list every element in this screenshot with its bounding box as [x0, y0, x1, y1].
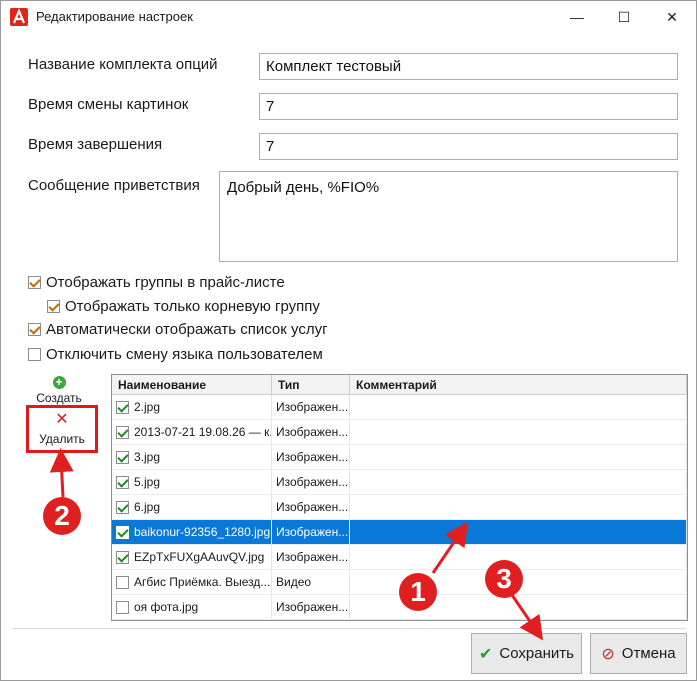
table-row[interactable]: 3.jpg Изображен...	[112, 445, 687, 470]
row-checkbox[interactable]	[116, 425, 129, 439]
maximize-button[interactable]: ☐	[601, 1, 647, 33]
row-checkbox[interactable]	[116, 575, 129, 589]
cancel-label: Отмена	[621, 645, 676, 662]
cell-name[interactable]: 3.jpg	[112, 445, 272, 469]
row-name: EZpTxFUXgAAuvQV.jpg	[134, 550, 265, 564]
row-checkbox[interactable]	[116, 450, 129, 464]
table-row[interactable]: 6.jpg Изображен...	[112, 495, 687, 520]
change-time-label: Время смены картинок	[28, 96, 189, 113]
greeting-label: Сообщение приветствия	[28, 177, 200, 194]
checkbox[interactable]	[28, 348, 41, 361]
option-show-groups[interactable]: Отображать группы в прайс-листе	[28, 274, 285, 291]
cell-comment[interactable]	[350, 545, 687, 569]
table-row[interactable]: 5.jpg Изображен...	[112, 470, 687, 495]
row-checkbox[interactable]	[116, 600, 129, 614]
cell-type[interactable]: Изображен...	[272, 545, 350, 569]
cancel-icon: ⊘	[601, 645, 615, 663]
minimize-button[interactable]: —	[554, 1, 600, 33]
row-name: Агбис Приёмка. Выезд...	[134, 575, 271, 589]
arrow-to-delete	[49, 448, 74, 498]
row-name: 6.jpg	[134, 500, 161, 514]
cell-type[interactable]: Изображен...	[272, 420, 350, 444]
cell-type[interactable]: Изображен...	[272, 470, 350, 494]
checkbox[interactable]	[28, 276, 41, 289]
delete-label: Удалить	[39, 432, 85, 446]
save-label: Сохранить	[499, 645, 574, 662]
option-label: Автоматически отображать список услуг	[46, 321, 328, 338]
greeting-textarea[interactable]: Добрый день, %FIO%	[219, 171, 678, 262]
option-label: Отображать группы в прайс-листе	[46, 274, 285, 291]
cell-type[interactable]: Изображен...	[272, 445, 350, 469]
option-disable-language[interactable]: Отключить смену языка пользователем	[28, 346, 323, 363]
option-root-group-only[interactable]: Отображать только корневую группу	[47, 298, 320, 315]
create-label: Создать	[36, 391, 82, 405]
checkbox[interactable]	[28, 323, 41, 336]
row-name: baikonur-92356_1280.jpg	[134, 525, 271, 539]
delete-button[interactable]: ✕ Удалить	[26, 405, 98, 453]
finish-time-label: Время завершения	[28, 136, 163, 153]
row-checkbox[interactable]	[116, 525, 129, 539]
annotation-badge-3: 3	[485, 560, 523, 598]
set-name-label: Название комплекта опций	[28, 56, 218, 73]
delete-icon: ✕	[55, 411, 69, 428]
row-name: 2013-07-21 19.08.26 — к...	[134, 425, 272, 439]
save-button[interactable]: ✔ Сохранить	[471, 633, 582, 674]
checkbox[interactable]	[47, 300, 60, 313]
cell-name[interactable]: Агбис Приёмка. Выезд...	[112, 570, 272, 594]
title-bar: Редактирование настроек — ☐ ✕	[1, 1, 696, 33]
cell-comment[interactable]	[350, 495, 687, 519]
app-logo-icon	[10, 8, 28, 26]
window-title: Редактирование настроек	[36, 9, 193, 24]
table-row[interactable]: baikonur-92356_1280.jpg Изображен...	[112, 520, 687, 545]
finish-time-input[interactable]: 7	[259, 133, 678, 160]
cell-comment[interactable]	[350, 520, 687, 544]
option-label: Отключить смену языка пользователем	[46, 346, 323, 363]
option-label: Отображать только корневую группу	[65, 298, 320, 315]
cell-name[interactable]: оя фота.jpg	[112, 595, 272, 619]
column-header-name[interactable]: Наименование	[112, 375, 272, 394]
add-icon: +	[52, 376, 66, 389]
set-name-input[interactable]: Комплект тестовый	[259, 53, 678, 80]
annotation-badge-1: 1	[399, 573, 437, 611]
cell-type[interactable]: Изображен...	[272, 495, 350, 519]
cell-comment[interactable]	[350, 470, 687, 494]
row-checkbox[interactable]	[116, 500, 129, 514]
cell-type[interactable]: Изображен...	[272, 520, 350, 544]
column-header-type[interactable]: Тип	[272, 375, 350, 394]
row-checkbox[interactable]	[116, 400, 129, 414]
cell-comment[interactable]	[350, 445, 687, 469]
table-row[interactable]: EZpTxFUXgAAuvQV.jpg Изображен...	[112, 545, 687, 570]
cell-name[interactable]: EZpTxFUXgAAuvQV.jpg	[112, 545, 272, 569]
cell-name[interactable]: 2.jpg	[112, 395, 272, 419]
cell-type[interactable]: Изображен...	[272, 595, 350, 619]
change-time-input[interactable]: 7	[259, 93, 678, 120]
cancel-button[interactable]: ⊘ Отмена	[590, 633, 687, 674]
annotation-badge-2: 2	[43, 497, 81, 535]
cell-name[interactable]: 2013-07-21 19.08.26 — к...	[112, 420, 272, 444]
cell-comment[interactable]	[350, 395, 687, 419]
table-row[interactable]: 2013-07-21 19.08.26 — к... Изображен...	[112, 420, 687, 445]
settings-window: Редактирование настроек — ☐ ✕ Название к…	[0, 0, 697, 681]
row-name: 3.jpg	[134, 450, 161, 464]
create-button[interactable]: + Создать	[23, 376, 95, 406]
grid-header: Наименование Тип Комментарий	[112, 375, 687, 395]
row-checkbox[interactable]	[116, 550, 129, 564]
close-button[interactable]: ✕	[649, 1, 695, 33]
cell-comment[interactable]	[350, 420, 687, 444]
cell-name[interactable]: 6.jpg	[112, 495, 272, 519]
row-name: 5.jpg	[134, 475, 161, 489]
checkmark-icon: ✔	[479, 645, 493, 663]
column-header-comment[interactable]: Комментарий	[350, 375, 687, 394]
cell-name[interactable]: 5.jpg	[112, 470, 272, 494]
footer-divider	[13, 628, 686, 629]
row-name: 2.jpg	[134, 400, 161, 414]
table-row[interactable]: 2.jpg Изображен...	[112, 395, 687, 420]
cell-type[interactable]: Изображен...	[272, 395, 350, 419]
row-checkbox[interactable]	[116, 475, 129, 489]
option-auto-services[interactable]: Автоматически отображать список услуг	[28, 321, 328, 338]
row-name: оя фота.jpg	[134, 600, 199, 614]
cell-name[interactable]: baikonur-92356_1280.jpg	[112, 520, 272, 544]
cell-type[interactable]: Видео	[272, 570, 350, 594]
